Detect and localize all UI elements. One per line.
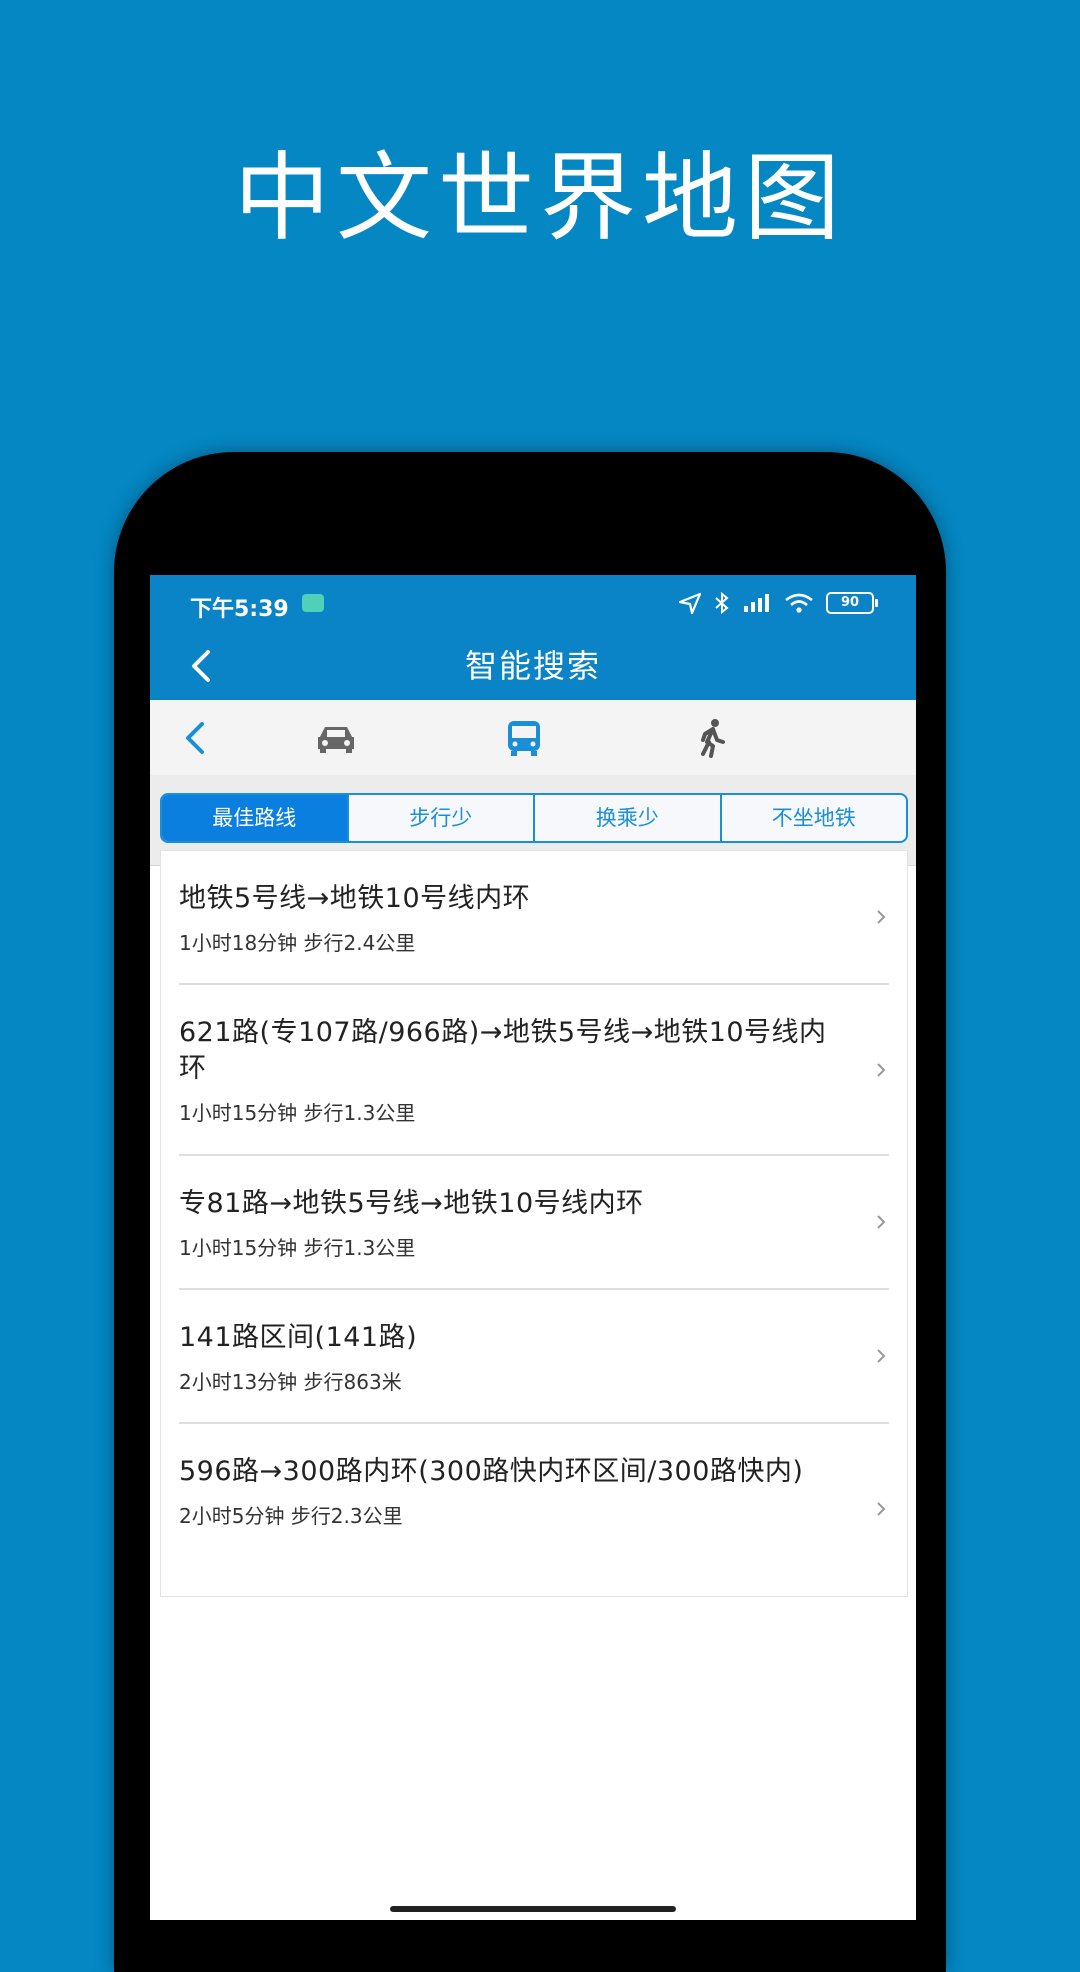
route-item[interactable]: 地铁5号线→地铁10号线内环 1小时18分钟 步行2.4公里 <box>179 851 889 985</box>
chevron-right-icon <box>877 1502 886 1516</box>
navigation-icon <box>678 592 702 615</box>
status-icons: 90 <box>678 589 878 617</box>
bluetooth-icon <box>715 591 729 615</box>
promo-title: 中文世界地图 <box>234 142 846 254</box>
page-title: 智能搜索 <box>464 647 601 685</box>
route-list: 地铁5号线→地铁10号线内环 1小时18分钟 步行2.4公里 621路(专107… <box>160 850 908 1597</box>
route-item[interactable]: 141路区间(141路) 2小时13分钟 步行863米 <box>179 1290 889 1424</box>
route-title: 地铁5号线→地铁10号线内环 <box>179 883 531 914</box>
location-badge-icon <box>302 594 324 612</box>
tab-best-route[interactable]: 最佳路线 <box>162 795 347 841</box>
mode-car-button[interactable] <box>312 714 360 762</box>
route-meta: 2小时13分钟 步行863米 <box>179 1370 402 1394</box>
car-icon <box>318 727 354 753</box>
walk-icon <box>701 719 725 758</box>
tab-fewer-transfers[interactable]: 换乘少 <box>533 795 720 841</box>
route-meta: 1小时15分钟 步行1.3公里 <box>179 1236 416 1260</box>
chevron-right-icon <box>877 910 886 924</box>
mode-back-button[interactable] <box>172 714 220 762</box>
route-title: 621路(专107路/966路)→地铁5号线→地铁10号线内环 <box>179 1017 827 1084</box>
back-arrow-icon <box>186 722 204 754</box>
chevron-right-icon <box>877 1215 886 1229</box>
home-indicator[interactable] <box>390 1906 676 1912</box>
route-meta: 1小时15分钟 步行1.3公里 <box>179 1101 416 1125</box>
wifi-icon <box>785 593 813 613</box>
status-bar: 下午5:39 90 <box>150 575 916 632</box>
chevron-right-icon <box>877 1349 886 1363</box>
battery-icon: 90 <box>826 592 878 614</box>
route-item[interactable]: 专81路→地铁5号线→地铁10号线内环 1小时15分钟 步行1.3公里 <box>179 1156 889 1290</box>
route-title: 141路区间(141路) <box>179 1322 418 1353</box>
route-meta: 2小时5分钟 步行2.3公里 <box>179 1504 403 1528</box>
bus-icon <box>508 721 540 756</box>
tab-no-subway[interactable]: 不坐地铁 <box>719 795 907 841</box>
route-item[interactable]: 621路(专107路/966路)→地铁5号线→地铁10号线内环 1小时15分钟 … <box>179 985 889 1156</box>
travel-mode-bar <box>150 700 916 776</box>
tab-less-walking[interactable]: 步行少 <box>346 795 534 841</box>
route-item[interactable]: 596路→300路内环(300路快内环区间/300路快内) 2小时5分钟 步行2… <box>179 1424 889 1594</box>
signal-icon <box>744 594 769 612</box>
route-title: 专81路→地铁5号线→地铁10号线内环 <box>179 1188 644 1219</box>
mode-walk-button[interactable] <box>688 714 736 762</box>
app-screen: 下午5:39 90 智能搜索 最佳路线 步行少 换乘少 不坐地铁 地铁5号线→地… <box>150 575 916 1920</box>
mode-bus-button[interactable] <box>500 714 548 762</box>
status-time: 下午5:39 <box>190 597 289 622</box>
route-meta: 1小时18分钟 步行2.4公里 <box>179 931 416 955</box>
title-bar: 智能搜索 <box>150 632 916 700</box>
route-title: 596路→300路内环(300路快内环区间/300路快内) <box>179 1456 804 1487</box>
chevron-right-icon <box>877 1062 886 1077</box>
route-filter-tabs: 最佳路线 步行少 换乘少 不坐地铁 <box>160 793 908 843</box>
